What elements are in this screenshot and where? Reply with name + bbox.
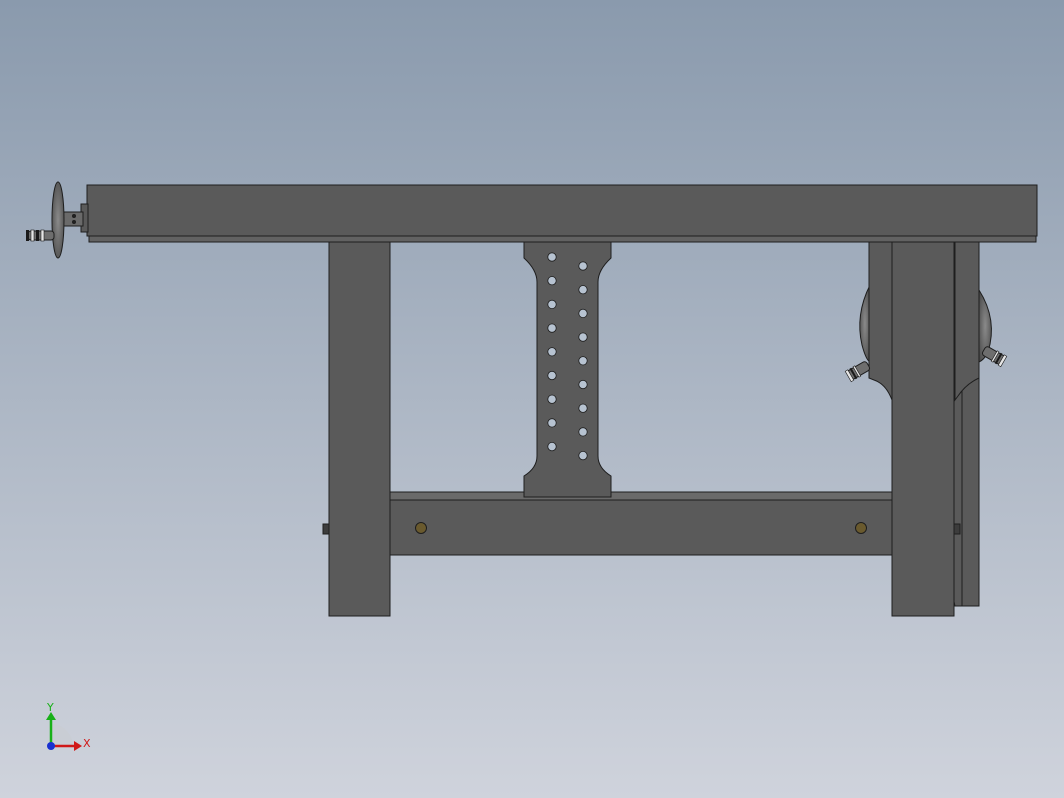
- right-leg[interactable]: [891, 235, 955, 617]
- right-vise-plate-left: [868, 239, 893, 401]
- left-vise-hub-dot-2: [72, 220, 76, 224]
- perforation-hole: [578, 356, 588, 366]
- perforation-hole: [547, 276, 557, 286]
- perforation-hole: [547, 441, 557, 452]
- tabletop[interactable]: [86, 184, 1038, 237]
- triad-y-label: Y: [46, 701, 54, 714]
- perforation-hole: [578, 450, 588, 461]
- 3d-graphics-viewport[interactable]: Y X: [0, 0, 1064, 798]
- perforation-hole: [547, 394, 557, 404]
- perforation-hole: [547, 370, 557, 381]
- stretcher-bolt-right: [855, 522, 867, 534]
- right-leg-bolt: [953, 523, 961, 535]
- left-vise-handle[interactable]: [26, 229, 55, 242]
- perforation-hole: [578, 379, 588, 390]
- right-vise-plate-right: [954, 239, 980, 402]
- perforation-hole: [578, 332, 588, 342]
- perforation-hole: [578, 261, 588, 271]
- left-leg[interactable]: [328, 235, 391, 617]
- perforated-center-support[interactable]: [523, 241, 612, 498]
- stretcher-bolt-left: [415, 522, 427, 534]
- perforation-hole: [578, 308, 588, 318]
- left-vise-hub-dot-1: [72, 214, 76, 218]
- stretcher-top-ledge: [389, 491, 893, 501]
- left-leg-bolt: [322, 523, 330, 535]
- perforation-hole: [547, 347, 557, 357]
- perforation-hole: [547, 418, 557, 428]
- perforation-hole: [547, 299, 557, 309]
- perforation-hole: [578, 403, 588, 413]
- perforation-hole: [547, 323, 557, 333]
- perforation-hole: [547, 252, 557, 262]
- lower-stretcher[interactable]: [389, 499, 893, 556]
- triad-x-label: X: [83, 737, 91, 750]
- triad-z-axis: [47, 742, 55, 750]
- left-vise-hub: [62, 211, 84, 227]
- perforation-hole: [578, 285, 588, 295]
- left-vise-handwheel[interactable]: [51, 181, 65, 259]
- perforation-hole: [578, 427, 588, 437]
